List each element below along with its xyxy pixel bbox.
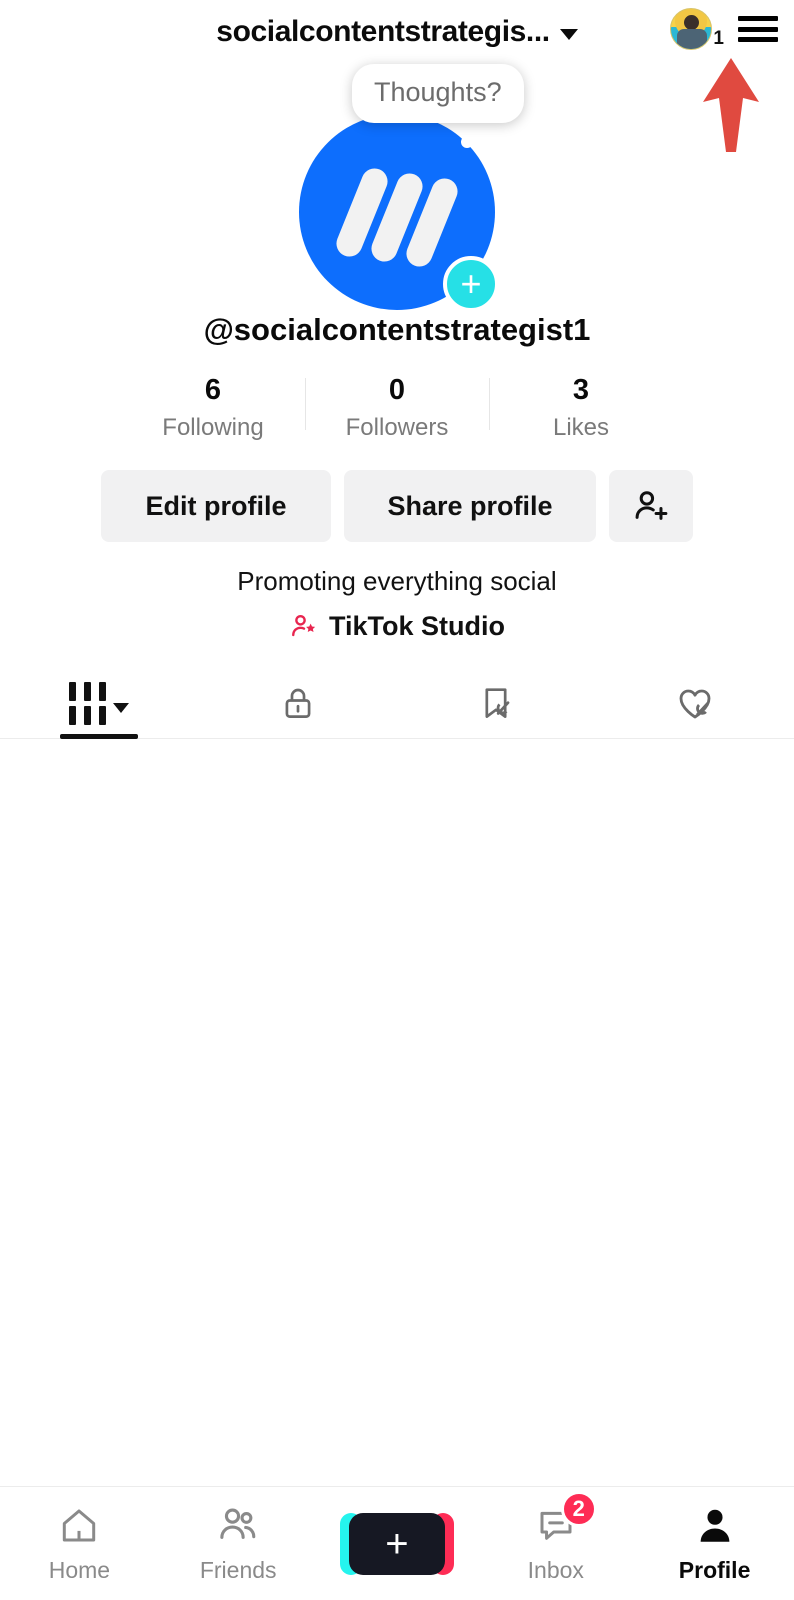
nav-item-home[interactable]: Home bbox=[0, 1503, 159, 1584]
account-avatar-button[interactable]: 1 bbox=[670, 8, 724, 50]
tiktok-studio-link[interactable]: TikTok Studio bbox=[0, 611, 794, 642]
stats-row: 6 Following 0 Followers 3 Likes bbox=[0, 374, 794, 442]
add-friend-button[interactable] bbox=[609, 470, 693, 542]
username: @socialcontentstrategist1 bbox=[203, 312, 591, 347]
create-button[interactable]: + bbox=[339, 1512, 454, 1575]
nav-label: Friends bbox=[199, 1557, 277, 1583]
profile-bio: Promoting everything social bbox=[237, 566, 557, 596]
home-icon bbox=[63, 1509, 96, 1542]
tiktok-profile-screen: socialcontentstrategis... 1 Thoughts? + … bbox=[0, 0, 794, 1600]
inbox-badge: 2 bbox=[560, 1491, 597, 1527]
avatar bbox=[670, 8, 713, 50]
chevron-down-icon bbox=[113, 703, 130, 713]
page-title: socialcontentstrategis... bbox=[216, 15, 550, 48]
tab-liked[interactable] bbox=[596, 668, 794, 738]
posts-grid: I never Muted ONE. It's not how big the … bbox=[0, 739, 794, 1486]
stat-followers[interactable]: 0 Followers bbox=[305, 374, 489, 442]
grid-posts-icon bbox=[69, 681, 130, 725]
plus-icon: + bbox=[385, 1521, 409, 1566]
avatar-count-badge: 1 bbox=[713, 28, 724, 49]
tab-posts[interactable] bbox=[0, 668, 199, 738]
stat-following[interactable]: 6 Following bbox=[121, 374, 305, 442]
tab-saved[interactable] bbox=[397, 668, 596, 738]
profile-avatar[interactable]: + bbox=[299, 114, 499, 312]
share-profile-button[interactable]: Share profile bbox=[344, 470, 596, 542]
nav-item-friends[interactable]: Friends bbox=[159, 1503, 318, 1584]
bookmark-slash-icon bbox=[485, 688, 510, 718]
hamburger-menu-icon[interactable] bbox=[738, 13, 778, 45]
nav-label: Profile bbox=[678, 1557, 751, 1583]
heart-slash-icon bbox=[679, 689, 711, 719]
nav-item-profile[interactable]: Profile bbox=[635, 1503, 794, 1584]
stat-value: 0 bbox=[388, 374, 406, 406]
stat-label: Likes bbox=[552, 414, 610, 441]
stat-label: Following bbox=[162, 414, 264, 441]
person-add-icon bbox=[635, 491, 668, 520]
profile-tabs bbox=[0, 668, 794, 739]
profile-actions: Edit profile Share profile bbox=[0, 470, 794, 542]
account-switcher[interactable]: socialcontentstrategis... bbox=[216, 15, 578, 49]
tab-private[interactable] bbox=[199, 668, 398, 738]
edit-profile-button[interactable]: Edit profile bbox=[101, 470, 331, 542]
add-avatar-button[interactable]: + bbox=[443, 256, 499, 312]
nav-label: Home bbox=[48, 1557, 111, 1583]
bottom-navigation: Home Friends + 2 Inbox Profile bbox=[0, 1486, 794, 1600]
stat-value: 6 bbox=[204, 374, 222, 406]
stat-value: 3 bbox=[572, 374, 590, 406]
stat-likes[interactable]: 3 Likes bbox=[489, 374, 673, 442]
avatar-dot bbox=[461, 136, 473, 148]
stat-label: Followers bbox=[345, 414, 449, 441]
chevron-down-icon[interactable] bbox=[559, 29, 578, 40]
header-actions: 1 bbox=[670, 8, 778, 50]
person-icon bbox=[700, 1509, 729, 1542]
nav-item-create[interactable]: + bbox=[318, 1512, 477, 1575]
nav-item-inbox[interactable]: 2 Inbox bbox=[476, 1491, 635, 1584]
profile-section: Thoughts? + @socialcontentstrategist1 6 … bbox=[0, 60, 794, 642]
friends-icon bbox=[220, 1508, 256, 1539]
person-star-icon bbox=[292, 614, 316, 636]
app-header: socialcontentstrategis... 1 bbox=[0, 0, 794, 60]
tiktok-studio-label: TikTok Studio bbox=[328, 611, 505, 641]
nav-label: Inbox bbox=[527, 1557, 584, 1583]
lock-icon bbox=[285, 688, 311, 718]
thoughts-bubble[interactable]: Thoughts? bbox=[352, 64, 524, 123]
avatar-zone: Thoughts? + bbox=[0, 64, 794, 314]
